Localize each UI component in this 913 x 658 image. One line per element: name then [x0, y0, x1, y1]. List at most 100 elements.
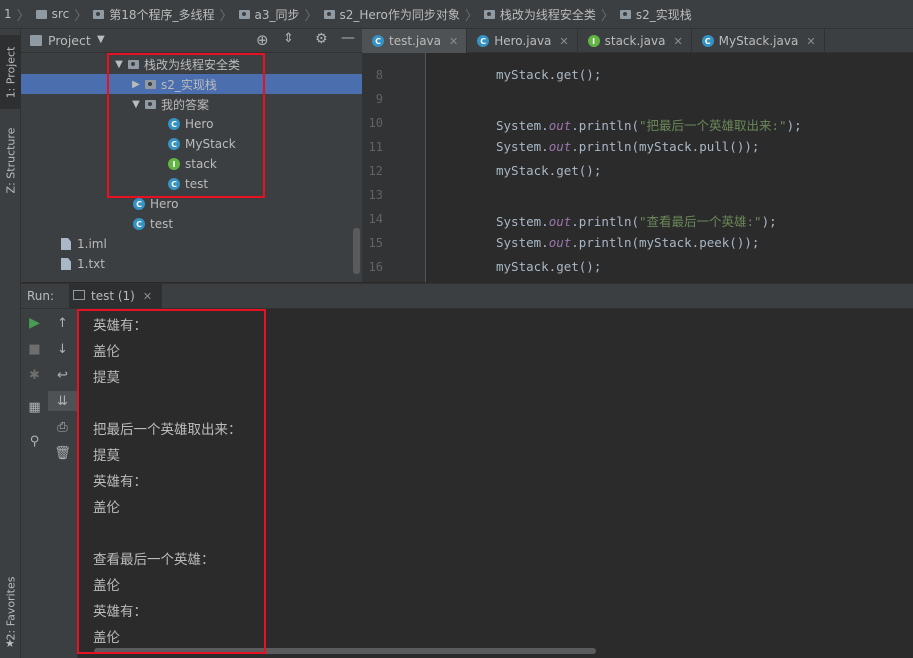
- package-icon: [93, 9, 105, 19]
- file-icon: [61, 258, 71, 270]
- chevron-right-icon: 〉: [16, 8, 30, 24]
- console-icon: [73, 290, 85, 300]
- package-icon: [483, 9, 495, 19]
- soft-wrap-icon[interactable]: ↩: [48, 365, 77, 385]
- scroll-to-end-icon[interactable]: ⇊: [48, 391, 77, 411]
- code-line[interactable]: System.out.println(myStack.pull());: [496, 139, 759, 154]
- rerun-icon[interactable]: ▶: [21, 313, 48, 333]
- code-token: System.: [496, 235, 549, 250]
- code-token: .println(myStack.peek());: [571, 235, 760, 250]
- run-tab-test[interactable]: test (1) ✕: [69, 284, 163, 308]
- tab-test-java[interactable]: Ctest.java ✕: [362, 29, 468, 53]
- code-token: out: [548, 214, 572, 229]
- code-token: System.: [496, 139, 549, 154]
- project-panel-header: Project ▼ ⊕ ⇕ ⚙ —: [21, 29, 362, 53]
- breadcrumb-item-package[interactable]: a3_同步〉: [238, 5, 324, 24]
- breadcrumb-item-package[interactable]: 第18个程序_多线程〉: [93, 5, 238, 24]
- close-icon[interactable]: ✕: [673, 35, 682, 48]
- code-token: myStack.get();: [496, 67, 602, 82]
- tab-hero-java[interactable]: C Hero.java ✕: [467, 29, 578, 53]
- line-number: 16: [368, 260, 383, 274]
- breadcrumb-item-package[interactable]: s2_Hero作为同步对象〉: [323, 5, 484, 24]
- breadcrumb-item-root[interactable]: 1 〉: [4, 5, 36, 24]
- stop-icon[interactable]: ■: [21, 339, 48, 359]
- line-number: 12: [368, 164, 383, 178]
- runnable-class-icon: C: [372, 35, 384, 47]
- line-number: 8: [375, 68, 383, 82]
- breadcrumb-item-src[interactable]: src 〉: [35, 5, 94, 24]
- locate-icon[interactable]: ⊕: [256, 31, 269, 49]
- code-token: out: [548, 118, 572, 133]
- line-number: 10: [368, 116, 383, 130]
- close-icon[interactable]: ✕: [449, 35, 458, 48]
- interface-icon: I: [587, 35, 600, 47]
- class-icon: C: [701, 35, 714, 47]
- close-icon[interactable]: ✕: [143, 290, 152, 303]
- hide-panel-icon[interactable]: —: [341, 30, 355, 46]
- project-view-icon: [30, 35, 42, 46]
- pin-icon[interactable]: ⚲: [21, 431, 48, 451]
- code-line[interactable]: System.out.println("把最后一个英雄取出来:");: [496, 115, 802, 134]
- chevron-right-icon: 〉: [600, 8, 614, 24]
- tab-mystack-java[interactable]: C MyStack.java ✕: [692, 29, 825, 53]
- code-token: "把最后一个英雄取出来:": [639, 118, 787, 133]
- breadcrumb-item-package[interactable]: 栈改为线程安全类〉: [483, 5, 620, 24]
- folder-icon: [35, 9, 47, 19]
- chevron-right-icon: 〉: [304, 8, 318, 24]
- layout-icon[interactable]: ▦: [21, 397, 48, 417]
- close-icon[interactable]: ✕: [806, 35, 815, 48]
- code-token: .println(: [571, 118, 639, 133]
- code-token: System.: [496, 214, 549, 229]
- tree-item-runnable-class[interactable]: Ctest: [21, 214, 362, 234]
- arrow-down-icon[interactable]: ↓: [48, 339, 77, 359]
- code-token: out: [548, 139, 572, 154]
- run-panel-header: Run: test (1) ✕: [21, 283, 913, 309]
- chevron-right-icon: 〉: [74, 8, 88, 24]
- highlight-box-console: [77, 309, 266, 654]
- code-token: .println(myStack.pull());: [571, 139, 760, 154]
- chevron-right-icon: 〉: [219, 8, 233, 24]
- code-token: .println(: [571, 214, 639, 229]
- code-token: );: [761, 214, 777, 229]
- tree-item-file[interactable]: 1.iml: [21, 234, 362, 254]
- package-icon: [323, 9, 335, 19]
- code-line[interactable]: myStack.get();: [496, 67, 601, 82]
- code-line[interactable]: myStack.get();: [496, 259, 601, 274]
- package-icon: [238, 9, 250, 19]
- trash-icon[interactable]: 🗑: [48, 443, 77, 463]
- close-icon[interactable]: ✕: [559, 35, 568, 48]
- code-line[interactable]: myStack.get();: [496, 163, 601, 178]
- tab-stack-java[interactable]: Istack.java ✕: [578, 29, 692, 53]
- tab-project-tool[interactable]: 1: Project: [0, 35, 21, 109]
- line-number-gutter: 8 9 10 11 12 13 14 15 16: [362, 53, 426, 282]
- line-number: 14: [368, 212, 383, 226]
- code-line[interactable]: System.out.println(myStack.peek());: [496, 235, 759, 250]
- class-icon: C: [133, 198, 145, 210]
- package-icon: [619, 9, 631, 19]
- line-number: 15: [368, 236, 383, 250]
- left-tool-strip: 1: Project Z: Structure 2: Favorites ★: [0, 29, 21, 658]
- arrow-up-icon[interactable]: ↑: [48, 313, 77, 333]
- code-token: out: [548, 235, 572, 250]
- code-token: myStack.get();: [496, 259, 602, 274]
- print-icon[interactable]: ⎙: [48, 417, 77, 437]
- run-toolbar-secondary: ↑ ↓ ↩ ⇊ ⎙ 🗑: [48, 309, 78, 658]
- tree-item-file[interactable]: 1.txt: [21, 254, 362, 274]
- file-icon: [61, 238, 71, 250]
- chevron-right-icon: 〉: [464, 8, 478, 24]
- highlight-box-project: [107, 53, 265, 198]
- chevron-down-icon[interactable]: ▼: [97, 34, 105, 45]
- run-label: Run:: [27, 289, 55, 303]
- breadcrumb: 1 〉 src 〉 第18个程序_多线程〉 a3_同步〉 s2_Hero作为同步对象…: [0, 0, 913, 29]
- collapse-all-icon[interactable]: ⇕: [283, 31, 294, 46]
- code-line[interactable]: System.out.println("查看最后一个英雄:");: [496, 211, 777, 230]
- breadcrumb-item-package[interactable]: s2_实现栈: [619, 6, 692, 23]
- gear-icon[interactable]: ⚙: [315, 31, 328, 47]
- debug-icon[interactable]: ✱: [21, 365, 48, 385]
- run-toolbar-primary: ▶ ■ ✱ ▦ ⚲: [21, 309, 48, 658]
- code-token: myStack.get();: [496, 163, 602, 178]
- tab-structure-tool[interactable]: Z: Structure: [0, 117, 21, 203]
- line-number: 13: [368, 188, 383, 202]
- project-view-selector[interactable]: Project: [48, 33, 91, 48]
- code-token: );: [786, 118, 802, 133]
